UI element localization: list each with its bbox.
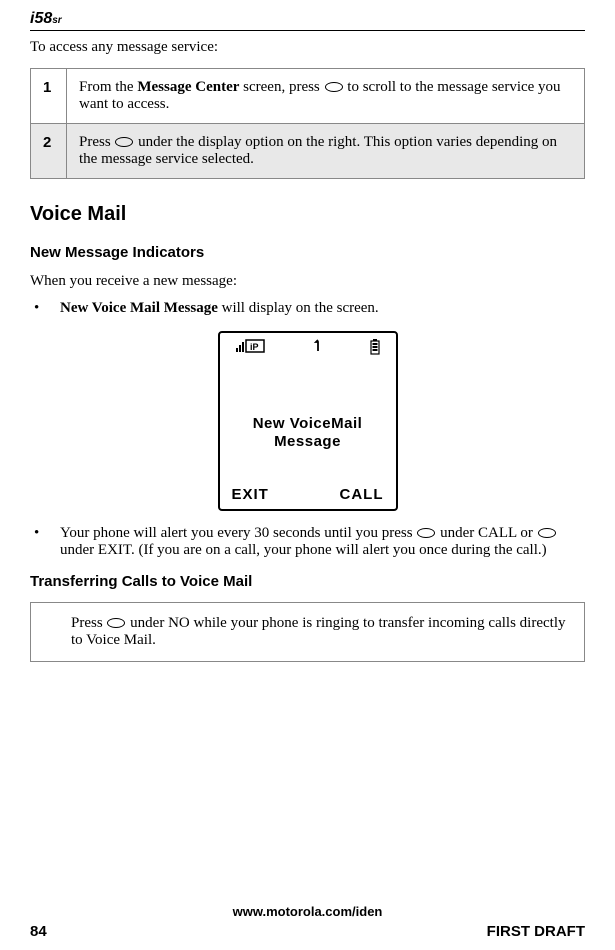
step-number: 2 (31, 124, 67, 179)
battery-icon (370, 339, 380, 358)
heading-transferring-calls: Transferring Calls to Voice Mail (30, 573, 585, 590)
logo-main: i58 (30, 10, 52, 27)
softkey-right: CALL (340, 486, 384, 503)
transfer-table: Press under NO while your phone is ringi… (30, 602, 585, 662)
intro-text: To access any message service: (30, 39, 585, 56)
one-icon (313, 339, 323, 356)
step-row-2: 2 Press under the display option on the … (31, 124, 585, 179)
footer-url: www.motorola.com/iden (30, 904, 585, 919)
screen-message-line1: New VoiceMail (220, 415, 396, 433)
softkey-icon (107, 618, 125, 628)
heading-new-message-indicators: New Message Indicators (30, 244, 585, 261)
product-logo: i58sr (30, 10, 585, 28)
svg-text:iP: iP (250, 342, 259, 352)
phone-screen-figure: iP New VoiceMail Message (30, 331, 585, 511)
header-divider (30, 30, 585, 31)
softkey-icon (115, 137, 133, 147)
bullet-text: Your phone will alert you every 30 secon… (60, 525, 585, 559)
page-number: 84 (30, 923, 47, 940)
logo-suffix: sr (52, 15, 61, 26)
softkey-row: EXIT CALL (220, 486, 396, 503)
softkey-icon (417, 528, 435, 538)
bullet-list: • New Voice Mail Message will display on… (30, 300, 585, 317)
bullet-text: New Voice Mail Message will display on t… (60, 300, 585, 317)
status-bar: iP (220, 333, 396, 358)
screen-message-line2: Message (220, 433, 396, 451)
phone-screen: iP New VoiceMail Message (218, 331, 398, 511)
step-row-1: 1 From the Message Center screen, press … (31, 69, 585, 124)
footer-row: 84 FIRST DRAFT (30, 923, 585, 940)
step-number: 1 (31, 69, 67, 124)
transfer-row: Press under NO while your phone is ringi… (31, 603, 585, 662)
para-receive: When you receive a new message: (30, 273, 585, 290)
bullet-marker: • (30, 525, 60, 559)
softkey-icon (538, 528, 556, 538)
scroll-key-icon (325, 82, 343, 92)
step-text: From the Message Center screen, press to… (67, 69, 585, 124)
bullet-item: • New Voice Mail Message will display on… (30, 300, 585, 317)
softkey-left: EXIT (232, 486, 269, 503)
signal-ip-icon: iP (236, 339, 266, 356)
bullet-item: • Your phone will alert you every 30 sec… (30, 525, 585, 559)
steps-table: 1 From the Message Center screen, press … (30, 68, 585, 179)
page-footer: www.motorola.com/iden 84 FIRST DRAFT (30, 904, 585, 940)
screen-message: New VoiceMail Message (220, 415, 396, 451)
draft-label: FIRST DRAFT (487, 923, 585, 940)
bullet-marker: • (30, 300, 60, 317)
step-text: Press under the display option on the ri… (67, 124, 585, 179)
transfer-text: Press under NO while your phone is ringi… (31, 603, 585, 662)
heading-voice-mail: Voice Mail (30, 203, 585, 226)
bullet-list-2: • Your phone will alert you every 30 sec… (30, 525, 585, 559)
